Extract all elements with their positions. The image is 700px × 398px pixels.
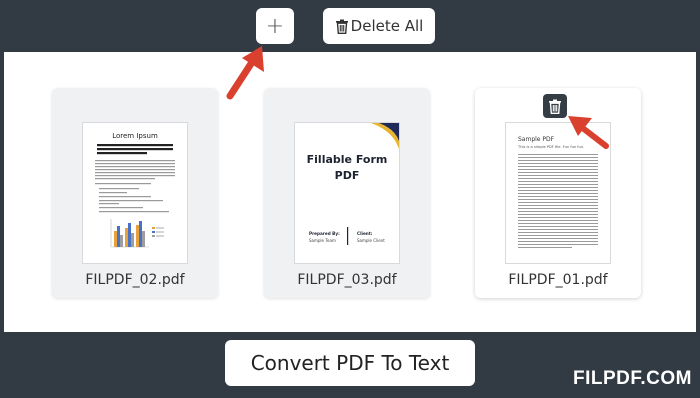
trash-icon — [335, 19, 348, 34]
delete-all-label: Delete All — [350, 17, 424, 35]
thumb-title-line2: PDF — [335, 169, 360, 182]
file-thumbnail: Fillable Form PDF Prepared By: Sample Te… — [295, 123, 399, 263]
convert-pdf-to-text-button[interactable]: Convert PDF To Text — [225, 340, 475, 386]
brand-logo: FILPDF.COM — [573, 368, 692, 389]
delete-all-button[interactable]: Delete All — [323, 8, 435, 44]
file-list-panel: Lorem Ipsum FILPDF_02.pdf Fillable Form … — [4, 52, 696, 332]
thumb-client-value: Sample Client — [357, 238, 385, 243]
trash-icon — [549, 99, 561, 114]
thumb-prepared-value: Sample Team — [309, 238, 336, 243]
thumb-title: Fillable Form — [307, 153, 388, 166]
file-thumbnail: Lorem Ipsum — [83, 123, 187, 263]
delete-file-button[interactable] — [543, 94, 567, 118]
thumb-title: Sample PDF — [518, 136, 555, 143]
file-card[interactable]: Lorem Ipsum FILPDF_02.pdf — [52, 88, 218, 298]
file-card[interactable]: Fillable Form PDF Prepared By: Sample Te… — [264, 88, 430, 298]
plus-icon: + — [265, 13, 285, 39]
file-name: FILPDF_02.pdf — [85, 272, 185, 288]
document-preview: Lorem Ipsum — [95, 132, 175, 248]
document-preview: Fillable Form PDF Prepared By: Sample Te… — [307, 123, 399, 245]
pointer-arrow-icon — [568, 116, 609, 149]
file-name: FILPDF_01.pdf — [508, 272, 608, 288]
add-file-button[interactable]: + — [256, 8, 294, 44]
file-card[interactable]: Sample PDF This is a simple PDF file. Fu… — [475, 88, 641, 298]
pointer-arrow-icon — [226, 46, 264, 100]
toolbar: + Delete All — [0, 0, 700, 52]
thumb-prepared-label: Prepared By: — [309, 231, 340, 236]
thumb-client-label: Client: — [357, 231, 373, 236]
thumb-title: Lorem Ipsum — [112, 132, 158, 140]
file-name: FILPDF_03.pdf — [297, 272, 397, 288]
